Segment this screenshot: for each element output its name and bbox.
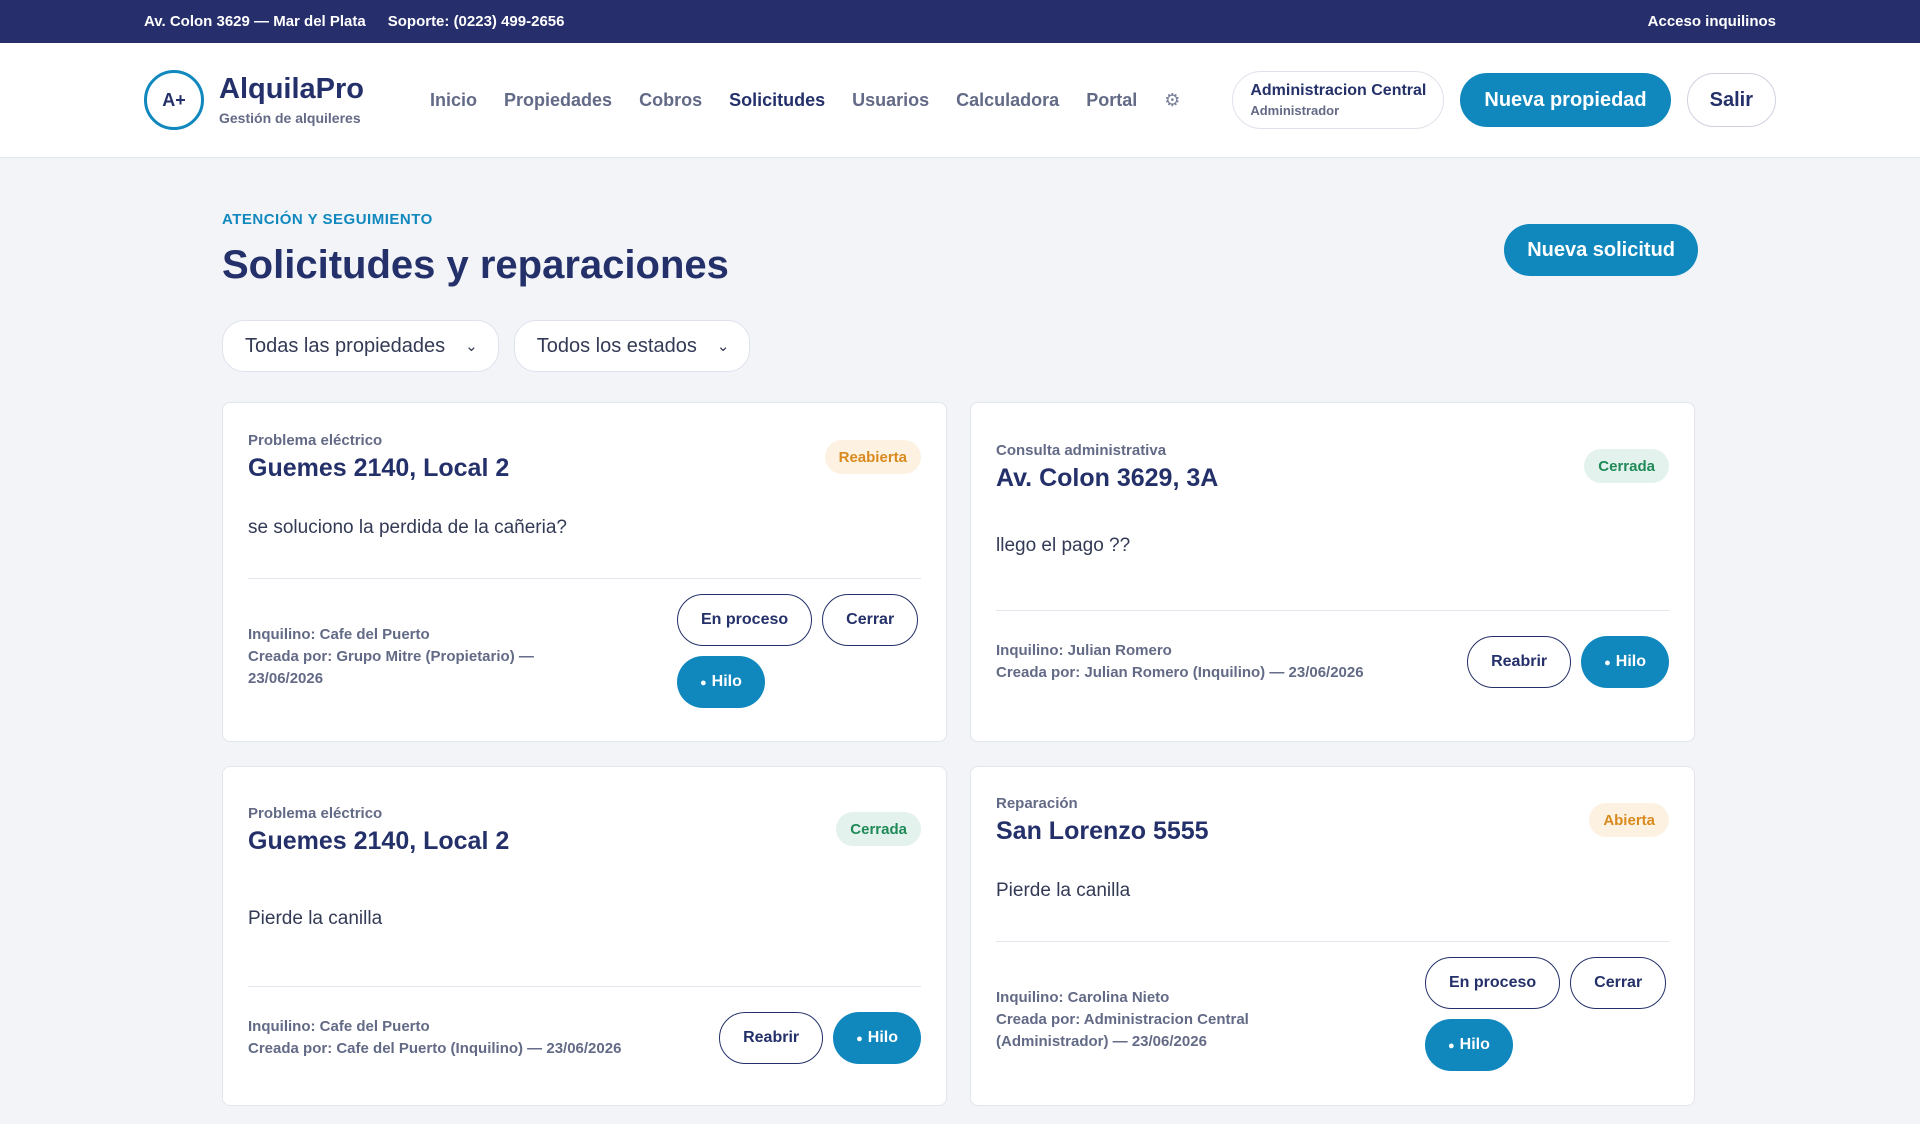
card-divider <box>996 941 1669 942</box>
user-name: Administracion Central <box>1250 82 1427 99</box>
request-address: San Lorenzo 5555 <box>996 817 1209 845</box>
card-divider <box>996 610 1669 611</box>
request-message: llego el pago ?? <box>996 535 1131 556</box>
chat-bubble-icon: ● <box>700 677 707 689</box>
request-tenant: Inquilino: Cafe del Puerto <box>248 626 430 643</box>
nav-item-inicio[interactable]: Inicio <box>430 90 477 111</box>
request-created-by: Creada por: Grupo Mitre (Propietario) — <box>248 648 534 665</box>
settings-gear-icon[interactable]: ⚙ <box>1164 90 1180 111</box>
request-created-by: Creada por: Cafe del Puerto (Inquilino) … <box>248 1040 622 1057</box>
property-filter-value: Todas las propiedades <box>245 334 446 357</box>
request-category: Problema eléctrico <box>248 805 383 822</box>
office-address: Av. Colon 3629 — Mar del Plata <box>144 13 366 30</box>
request-tenant: Inquilino: Carolina Nieto <box>996 989 1170 1006</box>
request-created-by: Creada por: Julian Romero (Inquilino) — … <box>996 664 1364 681</box>
request-message: Pierde la canilla <box>248 908 383 929</box>
request-card: Problema eléctrico Guemes 2140, Local 2 … <box>222 766 947 1106</box>
in-progress-button[interactable]: En proceso <box>1425 957 1561 1009</box>
request-tenant: Inquilino: Cafe del Puerto <box>248 1018 430 1035</box>
request-card: Reparación San Lorenzo 5555 Abierta Pier… <box>970 766 1695 1106</box>
user-role: Administrador <box>1250 103 1340 118</box>
chat-bubble-icon: ● <box>1604 657 1611 669</box>
request-address: Av. Colon 3629, 3A <box>996 464 1219 492</box>
thread-button[interactable]: ● Hilo <box>1425 1019 1513 1071</box>
thread-button-label: Hilo <box>1459 1036 1490 1053</box>
chat-bubble-icon: ● <box>856 1033 863 1045</box>
nav-item-usuarios[interactable]: Usuarios <box>852 90 929 111</box>
request-category: Problema eléctrico <box>248 432 383 449</box>
close-request-button[interactable]: Cerrar <box>822 594 919 646</box>
request-created-by: Creada por: Administracion Central <box>996 1011 1249 1028</box>
request-category: Reparación <box>996 795 1078 812</box>
thread-button-label: Hilo <box>1615 653 1646 670</box>
thread-button[interactable]: ● Hilo <box>1581 636 1669 688</box>
page-title: Solicitudes y reparaciones <box>222 243 729 287</box>
new-property-button[interactable]: Nueva propiedad <box>1460 73 1671 127</box>
nav-item-solicitudes[interactable]: Solicitudes <box>729 90 825 111</box>
request-message: se soluciono la perdida de la cañeria? <box>248 517 567 538</box>
thread-button[interactable]: ● Hilo <box>677 656 765 708</box>
reopen-button[interactable]: Reabrir <box>1467 636 1572 688</box>
request-address: Guemes 2140, Local 2 <box>248 454 510 482</box>
chevron-down-icon: ⌄ <box>465 338 478 355</box>
new-request-button[interactable]: Nueva solicitud <box>1504 224 1698 276</box>
request-tenant: Inquilino: Julian Romero <box>996 642 1172 659</box>
nav-item-calculadora[interactable]: Calculadora <box>956 90 1059 111</box>
main-navbar: A+ AlquilaPro Gestión de alquileres Inic… <box>0 43 1920 158</box>
request-card: Consulta administrativa Av. Colon 3629, … <box>970 402 1695 742</box>
top-info-bar: Av. Colon 3629 — Mar del Plata Soporte: … <box>0 0 1920 43</box>
chevron-down-icon: ⌄ <box>716 338 730 355</box>
brand-name: AlquilaPro <box>219 73 365 106</box>
logout-button[interactable]: Salir <box>1686 73 1776 127</box>
request-address: Guemes 2140, Local 2 <box>248 827 510 855</box>
user-account-box[interactable]: Administracion Central Administrador <box>1232 71 1445 129</box>
in-progress-button[interactable]: En proceso <box>677 594 813 646</box>
nav-item-portal[interactable]: Portal <box>1086 90 1137 111</box>
card-divider <box>248 578 921 579</box>
request-category: Consulta administrativa <box>996 442 1167 459</box>
filters-bar: Todas las propiedades ⌄ Todos los estado… <box>222 320 1698 372</box>
reopen-button[interactable]: Reabrir <box>719 1012 824 1064</box>
chat-bubble-icon: ● <box>1448 1040 1455 1052</box>
primary-nav: Inicio Propiedades Cobros Solicitudes Us… <box>430 90 1180 111</box>
request-created-date: (Administrador) — 23/06/2026 <box>996 1033 1207 1050</box>
card-divider <box>248 986 921 987</box>
status-badge: Cerrada <box>1584 449 1669 483</box>
main-content: ATENCIÓN Y SEGUIMIENTO Solicitudes y rep… <box>0 158 1920 1106</box>
request-created-date: 23/06/2026 <box>248 670 324 687</box>
nav-item-cobros[interactable]: Cobros <box>639 90 702 111</box>
brand-subtitle: Gestión de alquileres <box>219 109 361 126</box>
thread-button[interactable]: ● Hilo <box>833 1012 921 1064</box>
status-badge: Cerrada <box>836 812 921 846</box>
close-request-button[interactable]: Cerrar <box>1570 957 1667 1009</box>
support-phone: Soporte: (0223) 499-2656 <box>387 13 565 30</box>
brand-badge-icon: A+ <box>144 70 204 130</box>
request-card: Problema eléctrico Guemes 2140, Local 2 … <box>222 402 947 742</box>
thread-button-label: Hilo <box>867 1029 898 1046</box>
status-badge: Reabierta <box>824 440 921 474</box>
nav-item-propiedades[interactable]: Propiedades <box>504 90 612 111</box>
request-message: Pierde la canilla <box>996 880 1131 901</box>
requests-grid: Problema eléctrico Guemes 2140, Local 2 … <box>222 402 1698 1106</box>
status-badge: Abierta <box>1589 803 1669 837</box>
status-filter-select[interactable]: Todos los estados ⌄ <box>513 320 751 372</box>
brand-logo[interactable]: A+ AlquilaPro Gestión de alquileres <box>144 70 364 130</box>
tenant-access-link[interactable]: Acceso inquilinos <box>1648 13 1776 30</box>
thread-button-label: Hilo <box>711 673 742 690</box>
page-eyebrow: ATENCIÓN Y SEGUIMIENTO <box>222 211 433 228</box>
status-filter-value: Todos los estados <box>536 334 697 357</box>
property-filter-select[interactable]: Todas las propiedades ⌄ <box>222 320 499 372</box>
